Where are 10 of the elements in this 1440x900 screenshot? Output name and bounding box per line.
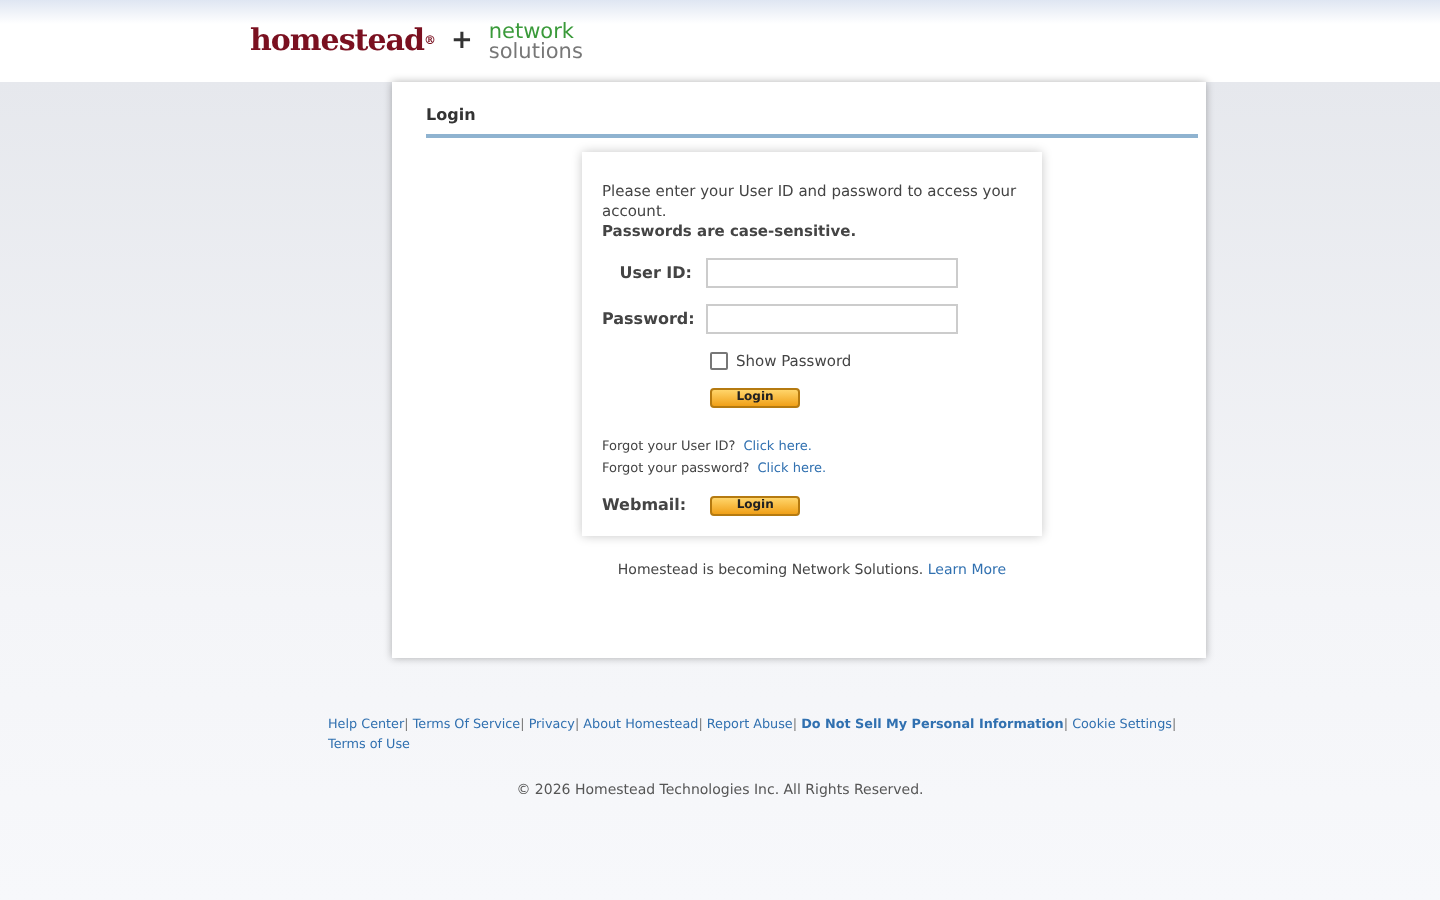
input-field[interactable]: [706, 258, 958, 288]
plus-sign: +: [450, 23, 473, 60]
field-label: User ID:: [617, 261, 692, 285]
network-solutions-logo: network solutions: [488, 21, 583, 61]
homestead-logo: homestead$^{®}$: [250, 20, 435, 63]
webmail-label: Webmail:: [602, 494, 687, 519]
show-password-checkbox[interactable]: [710, 352, 728, 371]
input-field[interactable]: [706, 304, 958, 334]
field-label: Password:: [602, 307, 692, 331]
panel-title: Login: [426, 104, 1198, 138]
